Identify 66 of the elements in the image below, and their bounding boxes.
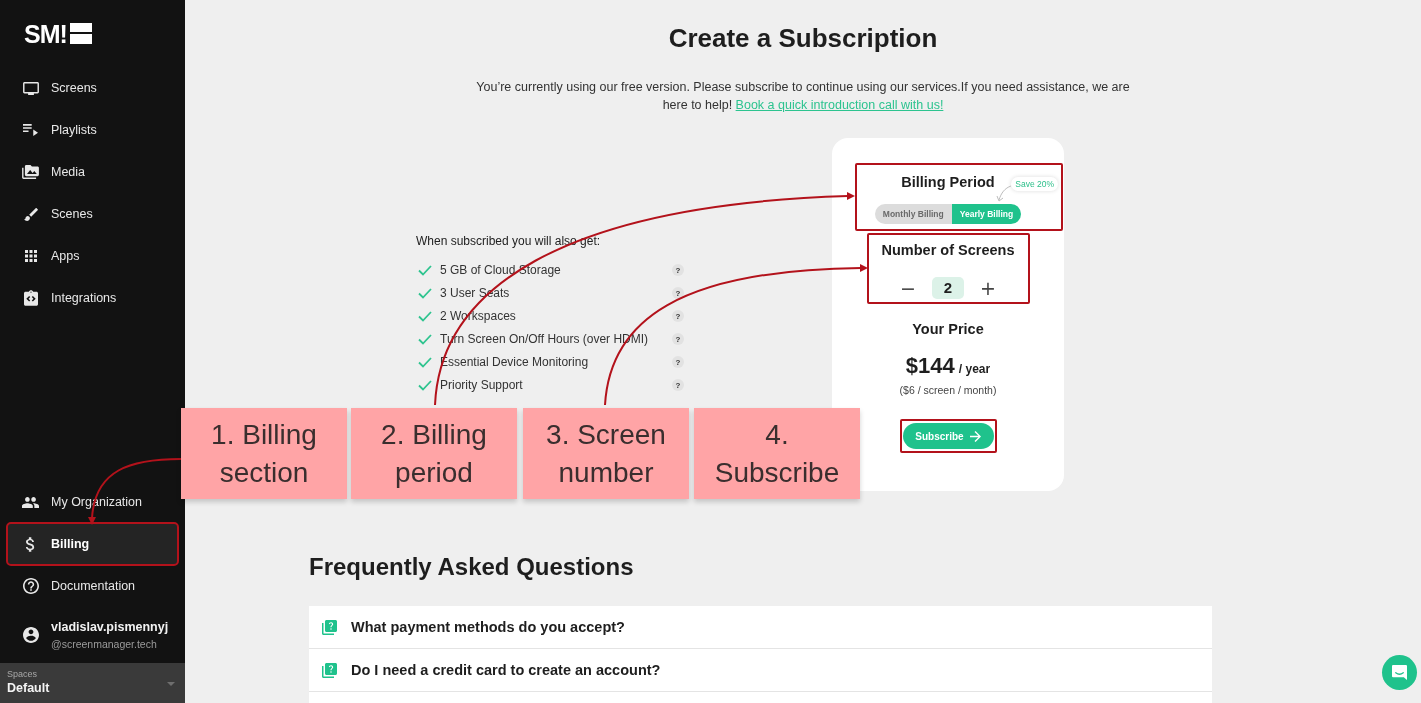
check-icon [418,333,432,345]
help-hint[interactable]: ? [672,310,684,322]
curved-arrow-icon [996,185,1012,202]
sidebar-item[interactable]: Integrations [7,277,178,319]
decrement-button[interactable]: − [898,277,918,299]
sidebar-item[interactable]: Screens [7,67,178,109]
sidebar-item[interactable]: Billing [7,523,178,565]
sticky-note: 4. Subscribe [694,408,860,499]
faq-item[interactable]: What payment methods do you accept? [309,606,1212,649]
images-icon [22,165,39,179]
price-amount: $144 [905,353,955,379]
check-icon [418,356,432,368]
help-hint[interactable]: ? [672,356,684,368]
faq-item[interactable]: Do I need a credit card to create an account? [309,649,1212,692]
sidebar-item[interactable]: Scenes [7,193,178,235]
help-hint[interactable]: ? [672,287,684,299]
spaces-value: Default [7,680,50,697]
sidebar-item[interactable]: Media [7,151,178,193]
intro-text: You’re currently using our free version. Please subscribe to continue using our services.If you need assistance, we are here to help! Book a quick introduction call with us! [475,79,1131,114]
section-title: Billing Period [901,173,995,191]
question-cards-icon [322,662,337,678]
dollar-icon [26,536,35,552]
sidebar-item[interactable]: Apps [7,235,178,277]
brush-icon [23,207,38,221]
check-icon [418,264,432,276]
grid-icon [24,250,37,262]
caret-icon [167,682,175,686]
monitor-icon [22,81,39,95]
spaces-label: Spaces [7,669,38,680]
sidebar-item[interactable]: Documentation [7,565,178,607]
spaces-selector[interactable]: Spaces Default [0,663,185,703]
user-handle: @screenmanager.tech [51,636,158,652]
chat-icon [1392,665,1407,680]
benefit-text: Priority Support [440,378,524,392]
playlist-icon [23,124,38,136]
help-hint[interactable]: ? [672,264,684,276]
section-title: Your Price [912,320,984,338]
people-icon [22,496,39,508]
check-icon [418,379,432,391]
price-period: / year [958,362,991,376]
discount-badge: Save 20% [1011,177,1058,191]
arrow-right-icon [969,430,981,442]
chat-button[interactable] [1382,655,1417,690]
check-icon [418,287,432,299]
page-title: Create a Subscription [668,22,938,54]
sticky-note: 3. Screen number [523,408,689,499]
code-icon [23,290,38,306]
increment-button[interactable]: + [978,277,998,299]
billing-option[interactable]: Monthly Billing [874,204,952,224]
logo-text: SM! [24,20,67,47]
logo-mark-icon [69,23,92,44]
help-hint[interactable]: ? [672,379,684,391]
help-icon [22,578,39,594]
screen-count: 2 [932,277,964,299]
faq-title: Frequently Asked Questions [309,552,635,582]
sidebar-item[interactable]: Playlists [7,109,178,151]
sticky-note: 2. Billing period [351,408,517,499]
sticky-note: 1. Billing section [181,408,347,499]
section-title: Number of Screens [881,241,1015,259]
benefit-text: 5 GB of Cloud Storage [440,263,562,277]
user-name: vladislav.pismennyj [51,618,169,635]
check-icon [418,310,432,322]
help-hint[interactable]: ? [672,333,684,345]
price-breakdown: ($6 / screen / month) [899,383,997,397]
user-avatar-icon [22,627,39,643]
question-cards-icon [322,619,337,635]
